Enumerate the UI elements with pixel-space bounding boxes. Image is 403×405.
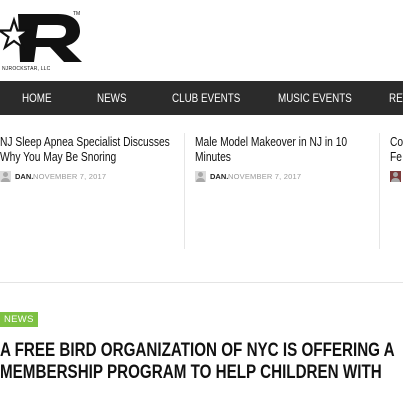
ticker-post: Co Fe <box>390 135 403 185</box>
site-logo[interactable]: TM NJROCKSTAR, LLC <box>0 8 86 72</box>
category-badge[interactable]: NEWS <box>0 312 38 327</box>
site-header: TM NJROCKSTAR, LLC <box>0 0 403 81</box>
njrockstar-logo-icon: TM <box>0 11 82 62</box>
nav-item-reviews[interactable]: REV <box>389 81 403 115</box>
article-headline-line: MEMBERSHIP PROGRAM TO HELP CHILDREN WITH <box>0 362 382 383</box>
nav-item-club-events[interactable]: CLUB EVENTS <box>172 81 240 115</box>
post-date: NOVEMBER 7, 2017 <box>228 172 302 181</box>
ticker-post-title-line: Minutes <box>195 150 231 164</box>
trademark-mark: TM <box>73 11 80 17</box>
post-author[interactable]: DAN. <box>210 171 228 182</box>
ticker-divider <box>379 133 380 249</box>
avatar-icon <box>195 171 206 182</box>
ticker-post-title[interactable]: Male Model Makeover in NJ in 10 Minutes <box>195 135 371 165</box>
nav-item-music-events[interactable]: MUSIC EVENTS <box>278 81 352 115</box>
avatar-icon <box>0 171 11 182</box>
ticker-post-title-line: NJ Sleep Apnea Specialist Discusses <box>0 135 170 149</box>
ticker-post-meta: DAN. NOVEMBER 7, 2017 <box>195 171 375 185</box>
ticker-post-title[interactable]: NJ Sleep Apnea Specialist Discusses Why … <box>0 135 176 165</box>
ticker-post-title-line: Why You May Be Snoring <box>0 150 117 164</box>
main-nav: HOME NEWS CLUB EVENTS MUSIC EVENTS REV <box>0 81 403 115</box>
ticker-post-title-line: Male Model Makeover in NJ in 10 <box>195 135 348 149</box>
ticker-post: Male Model Makeover in NJ in 10 Minutes … <box>195 135 375 185</box>
post-ticker: NJ Sleep Apnea Specialist Discusses Why … <box>0 115 403 282</box>
avatar-photo <box>390 171 401 182</box>
post-date: NOVEMBER 7, 2017 <box>33 172 107 181</box>
ticker-post-title[interactable]: Co Fe <box>390 135 403 165</box>
ticker-post-meta <box>390 171 403 185</box>
ticker-post: NJ Sleep Apnea Specialist Discusses Why … <box>0 135 180 185</box>
article-headline[interactable]: A FREE BIRD ORGANIZATION OF NYC IS OFFER… <box>0 340 403 384</box>
article-headline-line: A FREE BIRD ORGANIZATION OF NYC IS OFFER… <box>0 340 395 361</box>
nav-item-home[interactable]: HOME <box>22 81 52 115</box>
ticker-post-title-line: Fe <box>390 150 402 164</box>
ticker-post-title-line: Co <box>390 135 403 149</box>
logo-caption: NJROCKSTAR, LLC <box>2 66 51 72</box>
section-divider <box>0 282 403 283</box>
ticker-divider <box>184 133 185 249</box>
nav-item-news[interactable]: NEWS <box>97 81 127 115</box>
ticker-post-meta: DAN. NOVEMBER 7, 2017 <box>0 171 180 185</box>
post-author[interactable]: DAN. <box>15 171 33 182</box>
